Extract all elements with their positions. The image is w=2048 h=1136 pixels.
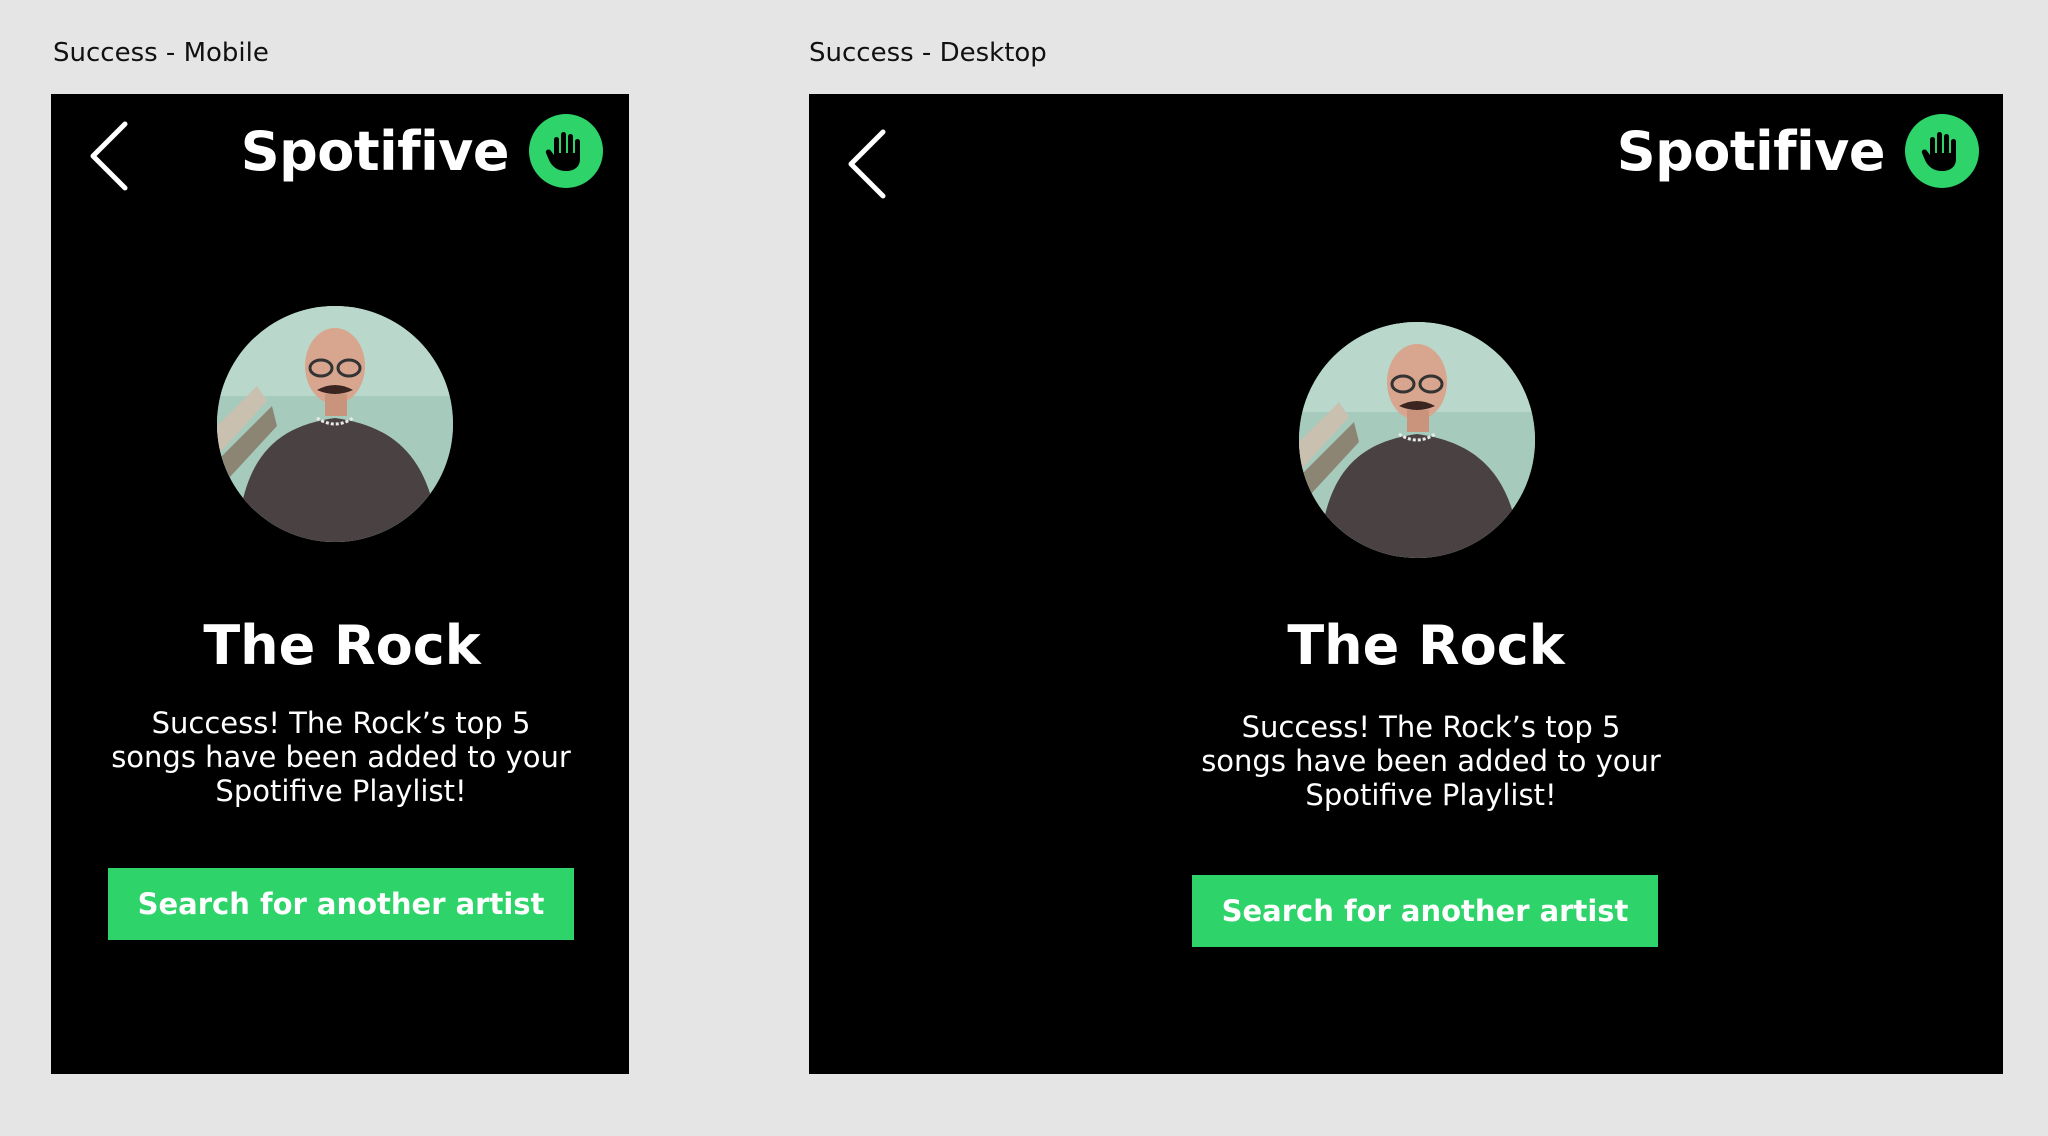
mobile-frame: Spotifive The Rock Success! The Rock’s t… <box>51 94 629 1074</box>
message-line: Spotifive Playlist! <box>1305 778 1557 812</box>
frame-label-mobile: Success - Mobile <box>53 38 269 68</box>
success-message: Success! The Rock’s top 5 songs have bee… <box>1181 710 1681 812</box>
message-line: Success! The Rock’s top 5 <box>1241 710 1621 744</box>
brand-name: Spotifive <box>240 119 510 183</box>
back-button[interactable] <box>85 116 135 196</box>
chevron-left-icon <box>90 121 128 191</box>
artist-avatar <box>1299 322 1535 558</box>
raised-hand-icon <box>1905 114 1979 188</box>
brand-name: Spotifive <box>1616 119 1886 183</box>
message-line: songs have been added to your <box>1201 744 1661 778</box>
raised-hand-icon <box>529 114 603 188</box>
artist-name: The Rock <box>203 614 481 677</box>
chevron-left-icon <box>848 129 886 199</box>
frame-label-desktop: Success - Desktop <box>809 38 1047 68</box>
design-canvas: Success - Mobile Spotifive The Rock Succ… <box>0 0 2048 1136</box>
search-another-artist-button[interactable]: Search for another artist <box>1192 875 1658 947</box>
message-line: Success! The Rock’s top 5 <box>151 706 531 740</box>
brand: Spotifive <box>241 114 603 188</box>
search-another-artist-button[interactable]: Search for another artist <box>108 868 574 940</box>
message-line: Spotifive Playlist! <box>215 774 467 808</box>
success-message: Success! The Rock’s top 5 songs have bee… <box>91 706 591 808</box>
brand: Spotifive <box>1617 114 1979 188</box>
artist-avatar <box>217 306 453 542</box>
message-line: songs have been added to your <box>111 740 571 774</box>
artist-name: The Rock <box>1287 614 1565 677</box>
desktop-frame: Spotifive The Rock Success! The Rock’s t… <box>809 94 2003 1074</box>
back-button[interactable] <box>843 124 893 204</box>
